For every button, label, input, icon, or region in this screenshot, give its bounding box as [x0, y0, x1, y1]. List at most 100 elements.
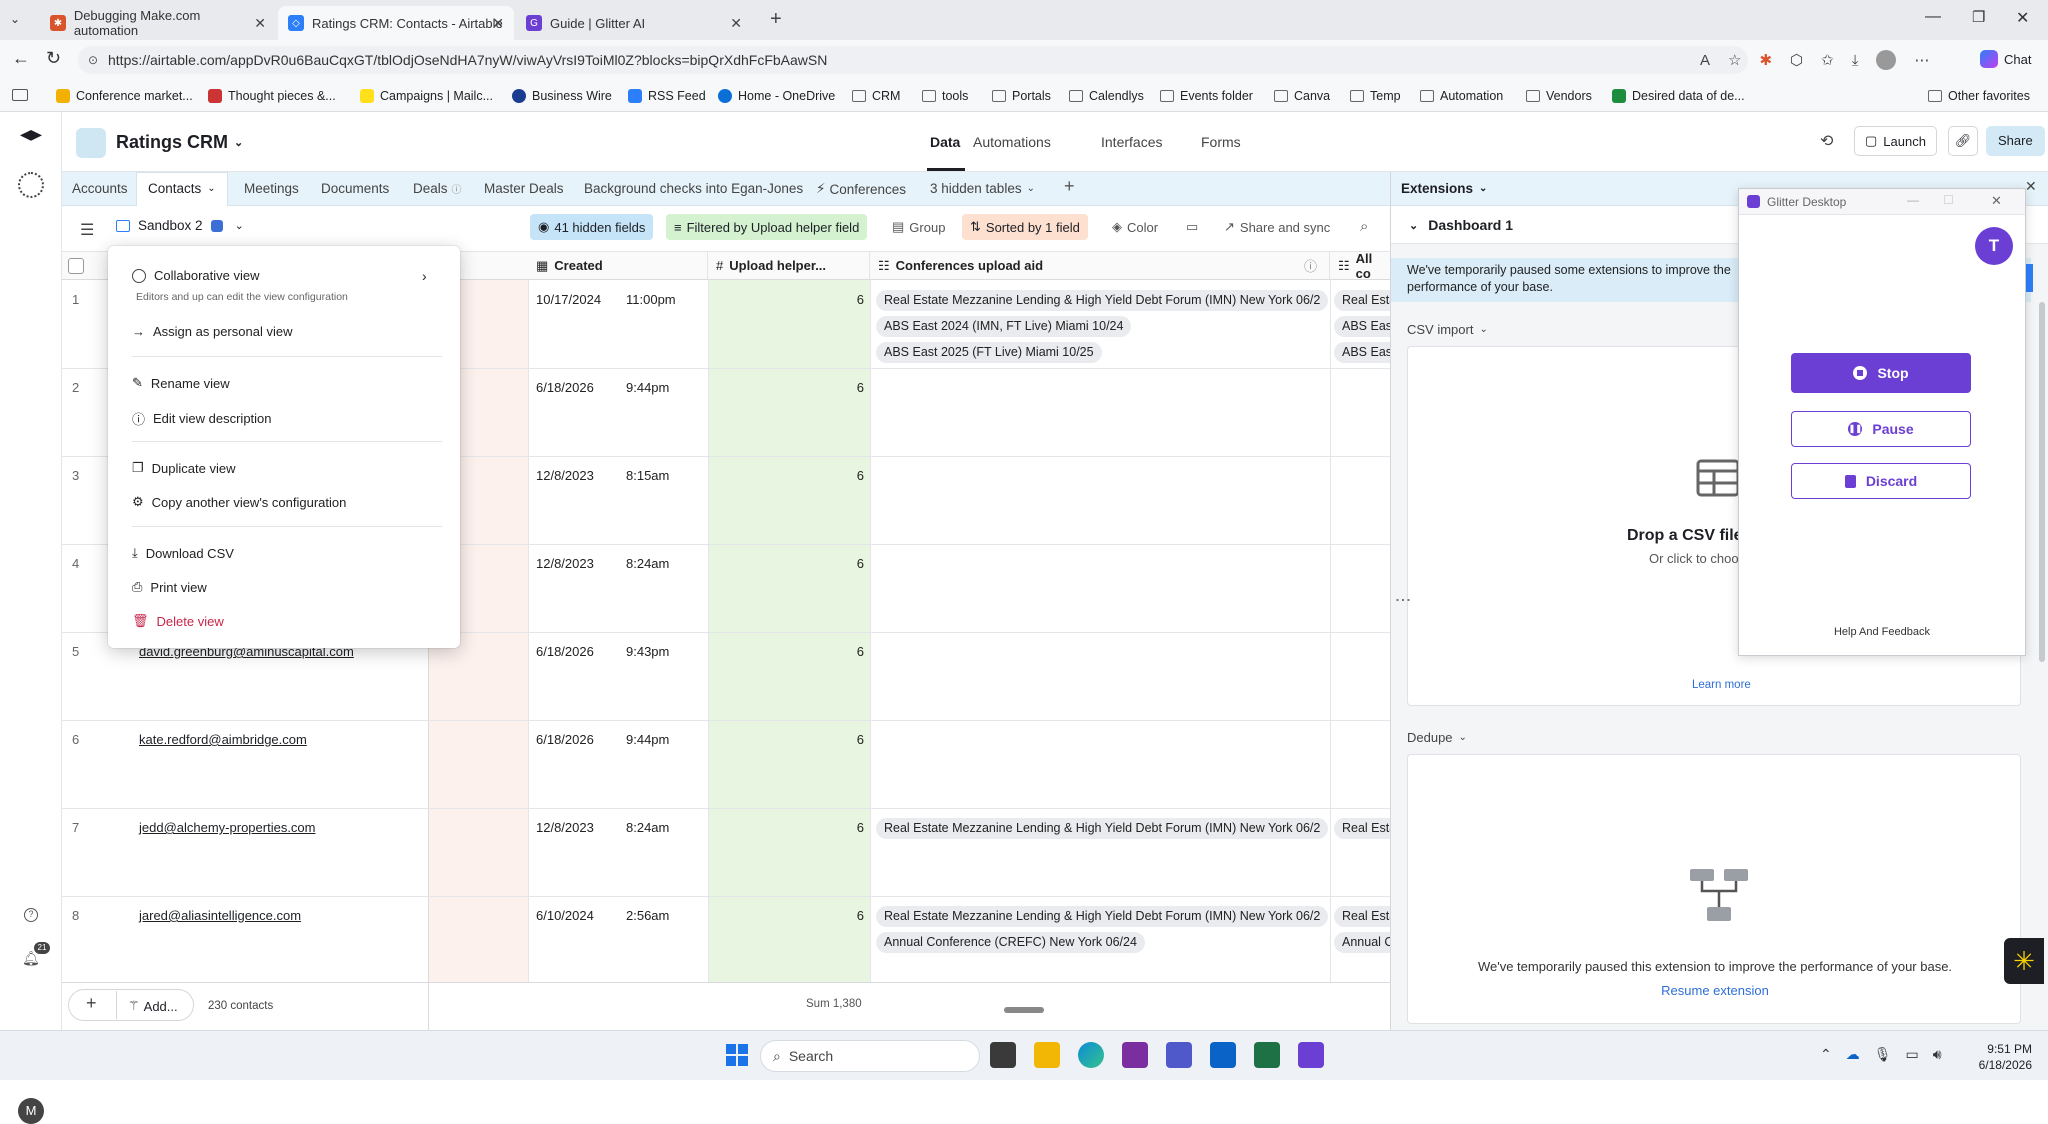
browser-tab[interactable]: ✱ Debugging Make.com automation ✕ — [40, 6, 276, 40]
add-table-icon[interactable]: + — [1064, 176, 1075, 197]
new-tab-icon[interactable]: + — [770, 8, 782, 31]
reading-list-icon[interactable] — [12, 89, 28, 101]
taskbar-clock[interactable]: 9:51 PM 6/18/2026 — [1962, 1041, 2032, 1073]
menu-delete-view[interactable]: 🗑︎ Delete view — [132, 613, 224, 629]
menu-copy-config[interactable]: ⚙ Copy another view's configuration — [132, 494, 346, 510]
refresh-icon[interactable]: ↻ — [46, 48, 61, 69]
airtable-logo-icon[interactable] — [20, 130, 42, 141]
created-time-cell[interactable]: 9:43pm — [626, 644, 669, 659]
table-tab-conferences[interactable]: ⚡︎ Conferences — [816, 181, 906, 197]
share-button[interactable]: Share — [1986, 126, 2045, 156]
table-tab-accounts[interactable]: Accounts — [72, 181, 128, 196]
windows-start-icon[interactable] — [726, 1044, 748, 1066]
created-time-cell[interactable]: 8:15am — [626, 468, 669, 483]
hidden-tables-button[interactable]: 3 hidden tables ⌄ — [930, 181, 1035, 196]
edge-icon[interactable] — [1078, 1042, 1104, 1068]
bookmark-item[interactable]: Desired data of de... — [1612, 86, 1745, 106]
favorites-icon[interactable]: ✩ — [1821, 51, 1834, 69]
created-date-cell[interactable]: 12/8/2023 — [536, 820, 594, 835]
bookmark-item[interactable]: Campaigns | Mailc... — [360, 86, 493, 106]
column-header-conferences[interactable]: ☷ Conferences upload aid ⓘ — [870, 252, 1330, 280]
email-cell[interactable]: jedd@alchemy-properties.com — [139, 820, 316, 835]
vertical-scrollbar[interactable] — [2039, 302, 2045, 662]
group-button[interactable]: ▤ Group — [884, 214, 953, 240]
table-tab-master-deals[interactable]: Master Deals — [484, 181, 564, 196]
share-sync-button[interactable]: ↗ Share and sync — [1216, 214, 1338, 240]
taskbar-search-box[interactable]: ⌕ Search — [760, 1040, 980, 1072]
csv-import-header[interactable]: CSV import ⌄ — [1407, 322, 1488, 337]
close-window-icon[interactable]: ✕ — [2016, 8, 2029, 28]
bookmark-item[interactable]: RSS Feed — [628, 86, 706, 106]
close-tab-icon[interactable]: ✕ — [254, 15, 266, 32]
close-tab-icon[interactable]: ✕ — [730, 15, 742, 32]
omni-icon[interactable] — [18, 172, 44, 198]
all-conferences-chip[interactable]: Annual C — [1334, 932, 1390, 953]
table-tab-meetings[interactable]: Meetings — [244, 181, 299, 196]
conference-chip[interactable]: Real Estate Mezzanine Lending & High Yie… — [876, 818, 1329, 839]
base-name-button[interactable]: Ratings CRM ⌄ — [116, 132, 243, 153]
created-time-cell[interactable]: 2:56am — [626, 908, 669, 923]
created-time-cell[interactable]: 8:24am — [626, 820, 669, 835]
floating-widget-icon[interactable]: ✳ — [2004, 938, 2044, 984]
table-tab-documents[interactable]: Documents — [321, 181, 389, 196]
upload-helper-cell[interactable]: 6 — [700, 732, 864, 747]
info-icon[interactable]: ⓘ — [1304, 256, 1317, 275]
chevron-up-icon[interactable]: ⌃ — [1820, 1046, 1832, 1063]
more-menu-icon[interactable]: ⋯ — [1914, 51, 1929, 69]
user-avatar[interactable]: M — [18, 1098, 44, 1124]
conference-chip[interactable]: Real Estate Mezzanine Lending & High Yie… — [876, 906, 1329, 927]
onenote-icon[interactable] — [1122, 1042, 1148, 1068]
hamburger-icon[interactable]: ☰ — [80, 220, 94, 240]
all-conferences-chip[interactable]: Real Esta — [1334, 906, 1390, 927]
bookmark-folder[interactable]: CRM — [852, 86, 900, 106]
table-tab-background-checks[interactable]: Background checks into Egan-Jones — [584, 181, 803, 196]
copy-link-icon[interactable]: 🔗︎ — [1948, 126, 1978, 156]
stop-recording-button[interactable]: Stop — [1791, 353, 1971, 393]
extensions-title-button[interactable]: Extensions ⌄ — [1401, 181, 1487, 196]
favorite-star-icon[interactable]: ☆ — [1728, 51, 1741, 69]
maximize-icon[interactable]: ☐ — [1943, 193, 1954, 207]
site-info-icon[interactable]: ⊙ — [88, 46, 98, 74]
created-time-cell[interactable]: 9:44pm — [626, 380, 669, 395]
menu-edit-description[interactable]: ⓘ Edit view description — [132, 409, 272, 428]
copilot-chat-button[interactable]: Chat — [1980, 50, 2031, 68]
glitter-app-icon[interactable] — [1298, 1042, 1324, 1068]
menu-assign-personal[interactable]: → Assign as personal view — [132, 324, 292, 339]
search-icon[interactable]: ⌕ — [1360, 218, 1368, 235]
teams-icon[interactable] — [1166, 1042, 1192, 1068]
bookmark-folder[interactable]: tools — [922, 86, 968, 106]
close-extensions-icon[interactable]: ✕ — [2025, 178, 2037, 195]
add-with-ai-button[interactable]: ⚚ Add... — [128, 998, 178, 1014]
dedupe-header[interactable]: Dedupe ⌄ — [1407, 730, 1467, 745]
nav-automations[interactable]: Automations — [973, 134, 1051, 150]
color-button[interactable]: ◈ Color — [1104, 214, 1166, 240]
learn-more-link[interactable]: Learn more — [1692, 679, 1751, 691]
sum-summary[interactable]: Sum 1,380 — [806, 998, 862, 1010]
task-view-icon[interactable] — [990, 1042, 1016, 1068]
close-tab-icon[interactable]: ✕ — [492, 15, 504, 32]
outlook-icon[interactable] — [1210, 1042, 1236, 1068]
upload-helper-cell[interactable]: 6 — [700, 644, 864, 659]
created-date-cell[interactable]: 6/18/2026 — [536, 644, 594, 659]
horizontal-scrollbar[interactable] — [1004, 1007, 1044, 1013]
bookmark-item[interactable]: Conference market... — [56, 86, 193, 106]
all-conferences-chip[interactable]: Real Esta — [1334, 290, 1390, 311]
hidden-fields-button[interactable]: ◉ 41 hidden fields — [530, 214, 654, 240]
resize-handle-icon[interactable]: ⋮ — [1393, 592, 1412, 608]
glitter-user-avatar[interactable]: T — [1975, 227, 2013, 265]
history-icon[interactable]: ⟲ — [1820, 131, 1833, 151]
back-icon[interactable]: ← — [12, 48, 30, 69]
created-time-cell[interactable]: 9:44pm — [626, 732, 669, 747]
nav-data[interactable]: Data — [930, 134, 960, 150]
bookmark-item[interactable]: Home - OneDrive — [718, 86, 835, 106]
created-date-cell[interactable]: 6/10/2024 — [536, 908, 594, 923]
minimize-icon[interactable]: — — [1907, 193, 1919, 207]
email-cell[interactable]: jared@aliasintelligence.com — [139, 908, 301, 923]
conference-chip[interactable]: Real Estate Mezzanine Lending & High Yie… — [876, 290, 1329, 311]
row-height-icon[interactable]: ▭ — [1178, 214, 1206, 240]
column-header-created[interactable]: ▦ Created — [528, 252, 708, 280]
email-cell[interactable]: kate.redford@aimbridge.com — [139, 732, 307, 747]
minimize-window-icon[interactable]: — — [1925, 8, 1941, 26]
upload-helper-cell[interactable]: 6 — [700, 292, 864, 307]
all-conferences-chip[interactable]: ABS East — [1334, 316, 1390, 337]
